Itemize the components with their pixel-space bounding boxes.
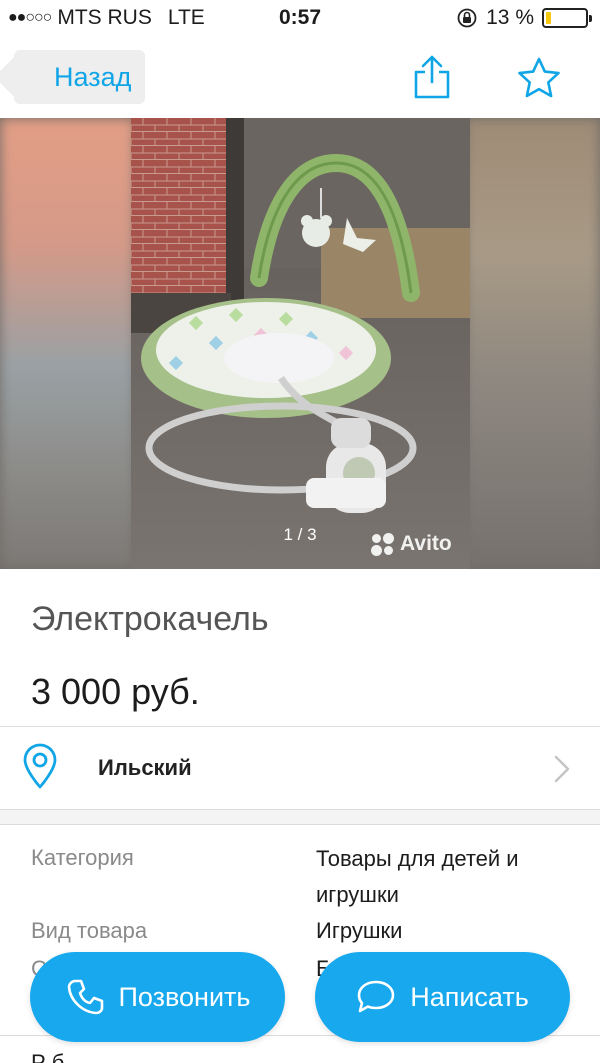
listing-photo-image [131, 118, 470, 569]
param-value-category: Товары для детей и игрушки [316, 846, 519, 907]
location-row[interactable]: Ильский [0, 727, 600, 809]
gallery-blur-left [0, 118, 135, 569]
description-preview: Р б [31, 1050, 65, 1063]
avito-watermark-text: Avito [400, 532, 452, 555]
listing-price: 3 000 руб. [31, 671, 200, 712]
param-label-category: Категория [31, 845, 134, 870]
location-name: Ильский [98, 755, 192, 780]
phone-icon [67, 979, 103, 1015]
location-pin-icon [23, 743, 57, 789]
message-button[interactable]: Написать [315, 952, 570, 1042]
gallery-blur-right [465, 118, 600, 569]
battery-fill [546, 12, 551, 24]
battery-icon [542, 8, 592, 28]
chat-bubble-icon [357, 980, 395, 1013]
message-button-label: Написать [410, 981, 529, 1012]
photo-counter: 1 / 3 [283, 525, 317, 544]
status-right: 13 % [456, 6, 592, 30]
param-value-item-type: Игрушки [316, 918, 403, 943]
call-button[interactable]: Позвонить [30, 952, 285, 1042]
star-icon[interactable] [516, 56, 562, 100]
listing-photo[interactable] [131, 118, 470, 569]
photo-gallery[interactable]: 1 / 3 Avito [0, 118, 600, 569]
back-button-label: Назад [54, 61, 132, 92]
battery-percent: 13 % [486, 6, 534, 29]
avito-logo-icon [370, 532, 396, 556]
back-button[interactable]: Назад [14, 50, 146, 104]
navigation-bar: Назад [0, 38, 600, 118]
section-separator [0, 809, 600, 825]
listing-title: Электрокачель [31, 600, 269, 638]
chevron-right-icon [554, 755, 570, 783]
status-bar: ●●○○○ MTS RUS LTE 0:57 13 % [0, 0, 600, 38]
param-label-item-type: Вид товара [31, 918, 148, 943]
avito-watermark: Avito [370, 532, 452, 556]
share-icon[interactable] [412, 54, 452, 100]
call-button-label: Позвонить [118, 981, 251, 1012]
orientation-lock-icon [457, 8, 477, 28]
